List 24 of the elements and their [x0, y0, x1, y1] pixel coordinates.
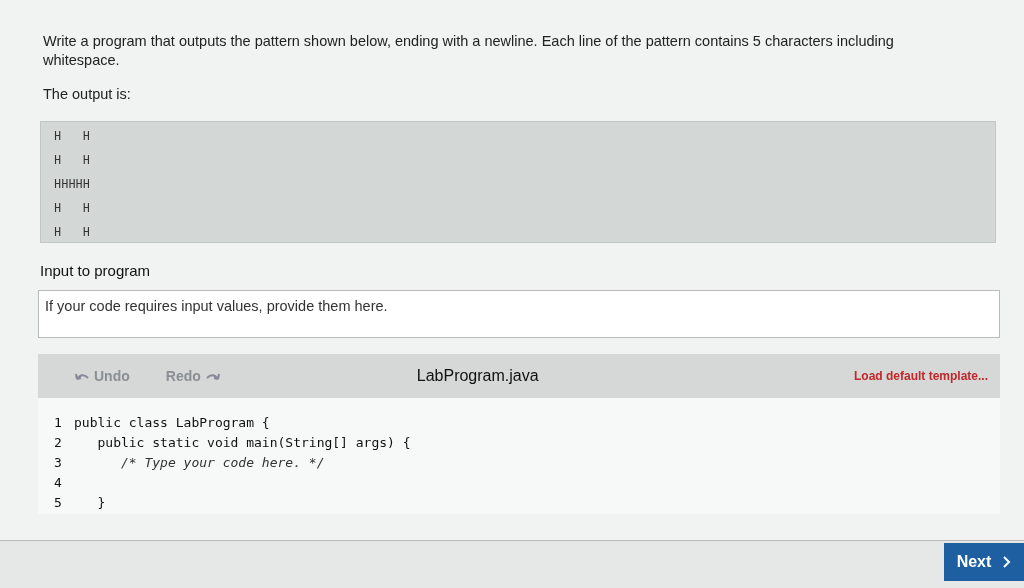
output-line: HHHHH	[54, 176, 91, 194]
line-number: 3	[54, 453, 63, 472]
load-template-link[interactable]: Load default template...	[854, 367, 988, 386]
output-line: H H	[54, 128, 91, 146]
file-name: LabProgram.java	[416, 366, 539, 387]
undo-icon	[74, 371, 90, 382]
redo-icon	[204, 371, 221, 382]
line-number: 1	[54, 413, 63, 432]
output-line: H H	[54, 152, 91, 170]
next-button[interactable]: Next	[944, 543, 1024, 581]
code-line: public static void main(String[] args) {	[96, 433, 411, 452]
chevron-right-icon	[1003, 556, 1012, 568]
output-line: H H	[54, 224, 91, 242]
code-line: }	[96, 493, 106, 512]
instructions-text: Write a program that outputs the pattern shown below, ending with a newline. Each line of the pattern contains 5 characters including whitespace.	[42, 32, 895, 70]
output-label: The output is:	[42, 85, 132, 104]
output-line: H H	[54, 200, 91, 218]
line-number: 5	[54, 493, 63, 512]
line-number: 4	[54, 473, 63, 492]
code-comment: /* Type your code here. */	[119, 453, 325, 472]
code-line: public class LabProgram {	[74, 413, 270, 432]
input-field[interactable]: If your code requires input values, provide them here.	[38, 290, 1000, 339]
input-label: Input to program	[40, 260, 152, 281]
line-number: 2	[54, 433, 63, 452]
